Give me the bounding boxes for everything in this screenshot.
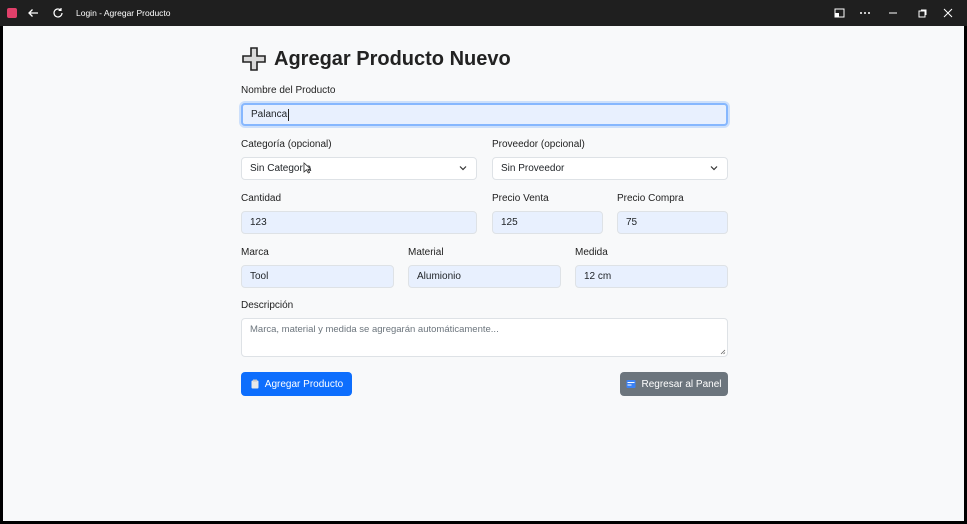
regresar-panel-label: Regresar al Panel bbox=[641, 378, 722, 390]
medida-label: Medida bbox=[575, 247, 608, 258]
categoria-value: Sin Categoría bbox=[250, 163, 312, 174]
minimize-icon bbox=[889, 12, 897, 14]
cast-button[interactable] bbox=[830, 0, 848, 26]
cast-icon bbox=[834, 8, 844, 18]
chevron-down-icon bbox=[710, 166, 718, 171]
arrow-left-icon bbox=[28, 9, 38, 17]
precio-compra-value: 75 bbox=[626, 217, 638, 228]
cantidad-input[interactable]: 123 bbox=[241, 211, 477, 234]
categoria-label: Categoría (opcional) bbox=[241, 139, 332, 150]
medida-value: 12 cm bbox=[584, 271, 612, 282]
page-content: Agregar Producto Nuevo Nombre del Produc… bbox=[3, 26, 964, 521]
agregar-producto-label: Agregar Producto bbox=[264, 378, 344, 390]
material-label: Material bbox=[408, 247, 444, 258]
window-titlebar: Login - Agregar Producto bbox=[0, 0, 967, 26]
more-icon bbox=[860, 12, 870, 14]
descripcion-label: Descripción bbox=[241, 300, 294, 311]
minimize-button[interactable] bbox=[884, 0, 902, 26]
marca-label: Marca bbox=[241, 247, 269, 258]
cantidad-label: Cantidad bbox=[241, 193, 282, 204]
medida-input[interactable]: 12 cm bbox=[575, 265, 728, 288]
plus-icon bbox=[242, 47, 266, 71]
material-value: Alumionio bbox=[417, 271, 461, 282]
nombre-label: Nombre del Producto bbox=[241, 85, 336, 96]
descripcion-placeholder: Marca, material y medida se agregarán au… bbox=[250, 324, 499, 335]
resize-handle-icon[interactable] bbox=[720, 349, 726, 355]
material-input[interactable]: Alumionio bbox=[408, 265, 561, 288]
back-button[interactable] bbox=[24, 0, 42, 26]
text-caret bbox=[288, 108, 290, 121]
regresar-panel-button[interactable]: Regresar al Panel bbox=[620, 372, 728, 396]
agregar-producto-button[interactable]: Agregar Producto bbox=[241, 372, 352, 396]
refresh-icon bbox=[53, 8, 63, 18]
marca-value: Tool bbox=[250, 271, 269, 282]
panel-icon bbox=[626, 380, 636, 388]
nombre-value: Palanca bbox=[251, 109, 288, 120]
precio-venta-input[interactable]: 125 bbox=[492, 211, 603, 234]
maximize-button[interactable] bbox=[913, 0, 931, 26]
page-title: Agregar Producto Nuevo bbox=[241, 44, 511, 74]
close-icon bbox=[943, 8, 953, 18]
maximize-icon bbox=[918, 9, 926, 17]
cantidad-value: 123 bbox=[250, 217, 267, 228]
page-title-text: Agregar Producto Nuevo bbox=[274, 47, 511, 70]
proveedor-value: Sin Proveedor bbox=[501, 163, 565, 174]
precio-compra-input[interactable]: 75 bbox=[617, 211, 728, 234]
chevron-down-icon bbox=[459, 166, 467, 171]
precio-venta-value: 125 bbox=[501, 217, 518, 228]
precio-venta-label: Precio Venta bbox=[492, 193, 549, 204]
marca-input[interactable]: Tool bbox=[241, 265, 394, 288]
categoria-select[interactable]: Sin Categoría bbox=[241, 157, 477, 180]
more-button[interactable] bbox=[856, 0, 874, 26]
window-title: Login - Agregar Producto bbox=[76, 8, 171, 18]
proveedor-select[interactable]: Sin Proveedor bbox=[492, 157, 728, 180]
close-button[interactable] bbox=[939, 0, 957, 26]
nombre-input[interactable]: Palanca bbox=[241, 103, 728, 126]
proveedor-label: Proveedor (opcional) bbox=[492, 139, 585, 150]
reload-button[interactable] bbox=[49, 0, 67, 26]
app-logo-icon bbox=[6, 0, 18, 26]
mouse-cursor-icon bbox=[303, 162, 311, 174]
clipboard-icon bbox=[251, 379, 259, 389]
descripcion-textarea[interactable]: Marca, material y medida se agregarán au… bbox=[241, 318, 728, 357]
precio-compra-label: Precio Compra bbox=[617, 193, 684, 204]
